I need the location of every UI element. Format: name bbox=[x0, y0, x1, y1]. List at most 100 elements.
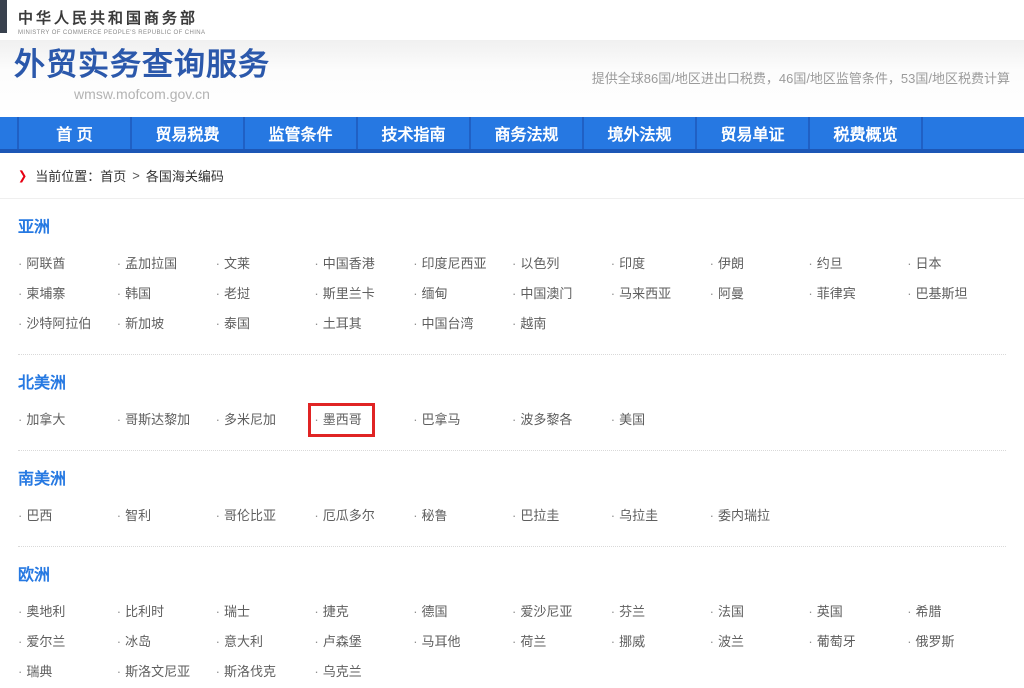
country-link[interactable]: ·乌拉圭 bbox=[611, 506, 658, 526]
nav-item-5[interactable]: 境外法规 bbox=[582, 117, 695, 149]
country-name: 加拿大 bbox=[26, 412, 65, 427]
country-cell: ·哥伦比亚 bbox=[216, 506, 315, 526]
country-cell: ·印度 bbox=[611, 254, 710, 274]
country-link[interactable]: ·缅甸 bbox=[413, 284, 447, 304]
country-link[interactable]: ·斯洛伐克 bbox=[216, 662, 276, 682]
country-link[interactable]: ·马来西亚 bbox=[611, 284, 671, 304]
country-link[interactable]: ·比利时 bbox=[117, 602, 164, 622]
bullet-dot: · bbox=[18, 412, 22, 427]
country-link[interactable]: ·挪威 bbox=[611, 632, 645, 652]
nav-item-6[interactable]: 贸易单证 bbox=[695, 117, 808, 149]
country-link[interactable]: ·秘鲁 bbox=[413, 506, 447, 526]
country-name: 泰国 bbox=[224, 316, 250, 331]
country-link[interactable]: ·土耳其 bbox=[314, 314, 361, 334]
country-link[interactable]: ·瑞典 bbox=[18, 662, 52, 682]
bullet-dot: · bbox=[611, 286, 615, 301]
country-link[interactable]: ·奥地利 bbox=[18, 602, 65, 622]
country-link[interactable]: ·以色列 bbox=[512, 254, 559, 274]
country-link[interactable]: ·爱沙尼亚 bbox=[512, 602, 572, 622]
country-link[interactable]: ·约旦 bbox=[808, 254, 842, 274]
breadcrumb-home-link[interactable]: 首页 bbox=[100, 166, 126, 185]
country-link[interactable]: ·希腊 bbox=[907, 602, 941, 622]
country-link[interactable]: ·马耳他 bbox=[413, 632, 460, 652]
bullet-dot: · bbox=[117, 286, 121, 301]
country-link[interactable]: ·意大利 bbox=[216, 632, 263, 652]
country-link[interactable]: ·冰岛 bbox=[117, 632, 151, 652]
country-link[interactable]: ·中国台湾 bbox=[413, 314, 473, 334]
country-link[interactable]: ·美国 bbox=[611, 410, 645, 430]
country-link[interactable]: ·巴基斯坦 bbox=[907, 284, 967, 304]
country-link[interactable]: ·巴拉圭 bbox=[512, 506, 559, 526]
country-link[interactable]: ·文莱 bbox=[216, 254, 250, 274]
nav-item-3[interactable]: 技术指南 bbox=[356, 117, 469, 149]
nav-item-2[interactable]: 监管条件 bbox=[243, 117, 356, 149]
country-link[interactable]: ·哥斯达黎加 bbox=[117, 410, 190, 430]
country-link[interactable]: ·多米尼加 bbox=[216, 410, 276, 430]
country-link[interactable]: ·哥伦比亚 bbox=[216, 506, 276, 526]
country-link[interactable]: ·波兰 bbox=[710, 632, 744, 652]
country-link[interactable]: ·日本 bbox=[907, 254, 941, 274]
ministry-logo: 中华人民共和国商务部 MINISTRY OF COMMERCE PEOPLE'S… bbox=[18, 7, 1024, 36]
country-link[interactable]: ·爱尔兰 bbox=[18, 632, 65, 652]
country-grid: ·阿联酋·孟加拉国·文莱·中国香港·印度尼西亚·以色列·印度·伊朗·约旦·日本·… bbox=[18, 254, 1006, 334]
country-link[interactable]: ·智利 bbox=[117, 506, 151, 526]
country-cell: ·印度尼西亚 bbox=[413, 254, 512, 274]
country-name: 斯洛文尼亚 bbox=[125, 664, 190, 679]
country-name: 英国 bbox=[817, 604, 843, 619]
bullet-dot: · bbox=[314, 664, 318, 679]
country-cell: ·乌拉圭 bbox=[611, 506, 710, 526]
country-link[interactable]: ·柬埔寨 bbox=[18, 284, 65, 304]
country-link[interactable]: ·瑞士 bbox=[216, 602, 250, 622]
site-identity: 外贸实务查询服务 wmsw.mofcom.gov.cn bbox=[14, 46, 270, 102]
country-link[interactable]: ·伊朗 bbox=[710, 254, 744, 274]
country-link[interactable]: ·法国 bbox=[710, 602, 744, 622]
country-link[interactable]: ·墨西哥 bbox=[314, 410, 361, 430]
bullet-dot: · bbox=[117, 664, 121, 679]
country-link[interactable]: ·捷克 bbox=[314, 602, 348, 622]
country-link[interactable]: ·菲律宾 bbox=[808, 284, 855, 304]
bullet-dot: · bbox=[413, 604, 417, 619]
country-cell: ·芬兰 bbox=[611, 602, 710, 622]
country-link[interactable]: ·斯里兰卡 bbox=[314, 284, 374, 304]
country-link[interactable]: · 斯洛文尼亚 bbox=[117, 662, 190, 682]
country-link[interactable]: ·波多黎各 bbox=[512, 410, 572, 430]
country-name: 文莱 bbox=[224, 256, 250, 271]
country-link[interactable]: ·英国 bbox=[808, 602, 842, 622]
country-link[interactable]: ·中国澳门 bbox=[512, 284, 572, 304]
country-link[interactable]: ·俄罗斯 bbox=[907, 632, 954, 652]
nav-item-4[interactable]: 商务法规 bbox=[469, 117, 582, 149]
country-link[interactable]: ·巴西 bbox=[18, 506, 52, 526]
country-link[interactable]: ·韩国 bbox=[117, 284, 151, 304]
country-link[interactable]: ·泰国 bbox=[216, 314, 250, 334]
nav-item-1[interactable]: 贸易税费 bbox=[130, 117, 243, 149]
nav-item-0[interactable]: 首 页 bbox=[17, 117, 130, 149]
country-cell: ·墨西哥 bbox=[314, 410, 413, 430]
country-link[interactable]: ·荷兰 bbox=[512, 632, 546, 652]
nav-item-7[interactable]: 税费概览 bbox=[808, 117, 921, 149]
country-cell: ·巴拉圭 bbox=[512, 506, 611, 526]
continent-title: 欧洲 bbox=[18, 561, 1006, 585]
country-link[interactable]: ·新加坡 bbox=[117, 314, 164, 334]
country-name: 柬埔寨 bbox=[26, 286, 65, 301]
country-cell: ·老挝 bbox=[216, 284, 315, 304]
country-link[interactable]: ·越南 bbox=[512, 314, 546, 334]
country-link[interactable]: ·卢森堡 bbox=[314, 632, 361, 652]
country-link[interactable]: ·印度尼西亚 bbox=[413, 254, 486, 274]
country-link[interactable]: ·芬兰 bbox=[611, 602, 645, 622]
country-name: 俄罗斯 bbox=[916, 634, 955, 649]
country-link[interactable]: ·阿联酋 bbox=[18, 254, 65, 274]
country-link[interactable]: ·德国 bbox=[413, 602, 447, 622]
country-link[interactable]: ·阿曼 bbox=[710, 284, 744, 304]
country-cell: ·阿联酋 bbox=[18, 254, 117, 274]
country-link[interactable]: ·老挝 bbox=[216, 284, 250, 304]
country-link[interactable]: ·孟加拉国 bbox=[117, 254, 177, 274]
country-link[interactable]: ·乌克兰 bbox=[314, 662, 361, 682]
country-link[interactable]: ·葡萄牙 bbox=[808, 632, 855, 652]
country-link[interactable]: ·厄瓜多尔 bbox=[314, 506, 374, 526]
country-link[interactable]: · 加拿大 bbox=[18, 410, 65, 430]
country-link[interactable]: ·印度 bbox=[611, 254, 645, 274]
country-link[interactable]: ·中国香港 bbox=[314, 254, 374, 274]
country-link[interactable]: ·沙特阿拉伯 bbox=[18, 314, 91, 334]
country-link[interactable]: ·巴拿马 bbox=[413, 410, 460, 430]
country-link[interactable]: ·委内瑞拉 bbox=[710, 506, 770, 526]
